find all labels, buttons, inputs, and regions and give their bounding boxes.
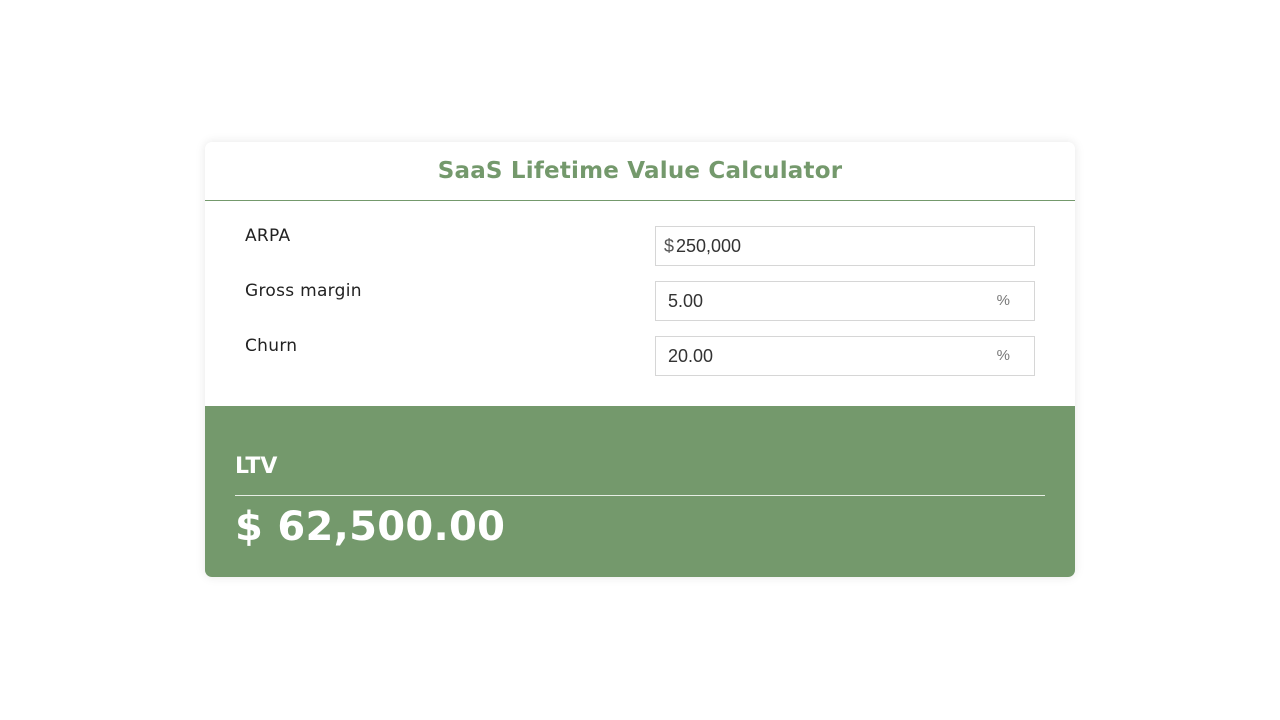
- arpa-field[interactable]: $: [655, 226, 1035, 266]
- gross-margin-label: Gross margin: [245, 281, 362, 301]
- arpa-input[interactable]: [676, 227, 1016, 265]
- churn-input[interactable]: [668, 337, 968, 375]
- dollar-prefix: $: [664, 236, 675, 256]
- churn-label: Churn: [245, 336, 298, 356]
- gross-margin-row: Gross margin %: [205, 281, 1075, 321]
- ltv-label: LTV: [235, 454, 278, 479]
- calculator-title: SaaS Lifetime Value Calculator: [437, 158, 843, 184]
- result-divider: [235, 495, 1045, 496]
- percent-suffix: %: [996, 347, 1010, 364]
- gross-margin-input[interactable]: [668, 282, 968, 320]
- calculator-card: SaaS Lifetime Value Calculator ARPA $ Gr…: [205, 142, 1075, 577]
- gross-margin-field[interactable]: %: [655, 281, 1035, 321]
- churn-row: Churn %: [205, 336, 1075, 376]
- percent-suffix: %: [996, 292, 1010, 309]
- arpa-row: ARPA $: [205, 226, 1075, 266]
- ltv-value: $ 62,500.00: [235, 504, 506, 550]
- calculator-header: SaaS Lifetime Value Calculator: [205, 142, 1075, 201]
- arpa-label: ARPA: [245, 226, 291, 246]
- calculator-form: ARPA $ Gross margin % Churn %: [205, 201, 1075, 406]
- churn-field[interactable]: %: [655, 336, 1035, 376]
- result-panel: LTV $ 62,500.00: [205, 406, 1075, 577]
